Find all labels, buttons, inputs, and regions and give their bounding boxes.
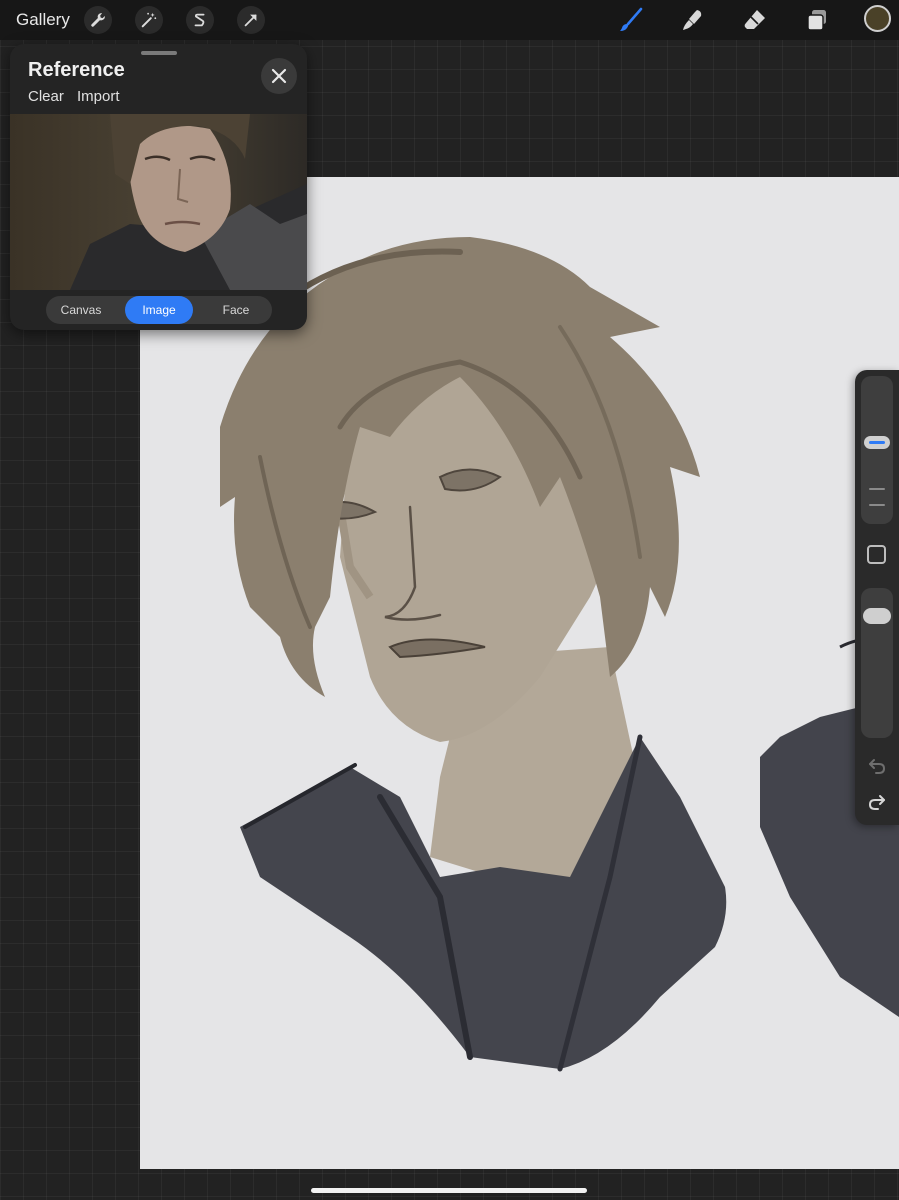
brush-icon	[620, 7, 643, 31]
wrench-icon	[91, 13, 105, 27]
modify-square-icon[interactable]	[867, 545, 886, 564]
transform-button[interactable]	[237, 6, 265, 34]
layers-button[interactable]	[802, 5, 832, 35]
brush-size-handle[interactable]	[864, 436, 890, 450]
tab-face[interactable]: Face	[204, 296, 268, 324]
reference-mode-selector: Canvas Image Face	[46, 296, 272, 324]
smudge-tool-button[interactable]	[678, 5, 708, 35]
redo-icon	[868, 795, 885, 810]
selection-button[interactable]	[186, 6, 214, 34]
gallery-button[interactable]: Gallery	[16, 10, 70, 30]
adjustments-button[interactable]	[135, 6, 163, 34]
undo-button[interactable]	[865, 754, 889, 778]
undo-icon	[869, 759, 886, 774]
right-sidebar	[855, 370, 899, 825]
transform-arrow-icon	[244, 14, 257, 27]
eraser-tool-button[interactable]	[740, 5, 770, 35]
brush-size-slider[interactable]	[861, 376, 893, 524]
layers-icon	[807, 10, 826, 31]
home-indicator[interactable]	[311, 1188, 587, 1193]
selection-icon	[194, 13, 205, 27]
reference-title: Reference	[28, 59, 125, 81]
close-icon	[271, 68, 287, 84]
magic-wand-icon	[141, 12, 157, 28]
actions-button[interactable]	[84, 6, 112, 34]
import-button[interactable]: Import	[77, 88, 120, 105]
redo-button[interactable]	[865, 790, 889, 814]
opacity-slider[interactable]	[861, 588, 893, 738]
reference-window[interactable]: Reference Clear Import Canvas Image Face	[10, 44, 307, 330]
close-reference-button[interactable]	[261, 58, 297, 94]
procreate-workspace: Gallery Reference Clear Import Canvas Im…	[0, 0, 899, 1200]
tab-image[interactable]: Image	[125, 296, 193, 324]
smudge-icon	[683, 10, 702, 30]
top-toolbar: Gallery	[0, 0, 899, 40]
slider-tick	[869, 488, 885, 490]
slider-tick	[869, 504, 885, 506]
reference-drag-handle[interactable]	[141, 51, 177, 55]
eraser-icon	[744, 10, 765, 29]
brush-tool-button[interactable]	[616, 5, 646, 35]
clear-button[interactable]: Clear	[28, 88, 64, 105]
color-picker-button[interactable]	[864, 5, 891, 32]
tab-canvas[interactable]: Canvas	[50, 296, 112, 324]
opacity-handle[interactable]	[863, 607, 891, 624]
reference-image	[10, 114, 307, 290]
